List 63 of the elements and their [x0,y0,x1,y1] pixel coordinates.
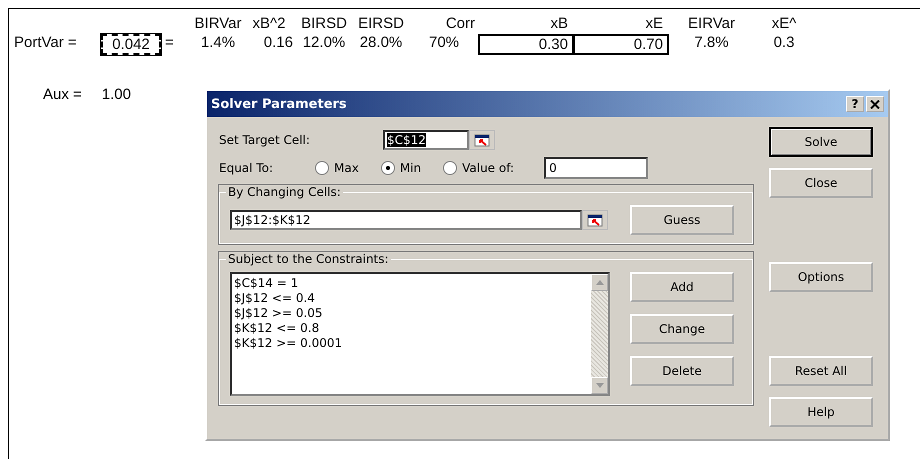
command-button[interactable]: Close [769,168,873,198]
close-icon [870,100,880,108]
field-label: Set Target Cell: [219,133,311,147]
constraint-item[interactable]: $J$12 >= 0.05 [234,306,589,321]
column-header: BIRVar [194,15,242,32]
column-header: EIRVar [687,15,736,32]
radio-button[interactable] [315,161,329,175]
scroll-down-button[interactable] [591,377,608,394]
table-cell-text: 70% [428,34,460,53]
radio-option[interactable]: Value of: [443,161,514,175]
radio-option[interactable]: Min [380,161,422,175]
constraint-item[interactable]: $K$12 >= 0.0001 [234,336,589,351]
radio-option[interactable]: Max [315,161,359,175]
constraint-button[interactable]: Change [630,314,734,344]
window-title: Solver Parameters [211,96,347,112]
command-button[interactable]: Options [769,262,873,292]
table-cell-text: 0.16 [262,34,294,53]
field-label: Equal To: [219,161,274,175]
changing-cells-field[interactable]: $J$12:$K$12 [230,210,582,230]
collapse-dialog-button[interactable] [469,130,495,150]
cell-picker-icon [474,134,490,146]
column-header: BIRSD [300,15,348,32]
guess-button[interactable]: Guess [630,205,734,235]
constraint-item[interactable]: $K$12 <= 0.8 [234,321,589,336]
table-cell-text: 12.0% [302,34,346,53]
column-header: xE [644,15,664,32]
cell-label: PortVar = [13,34,78,53]
up-arrow-icon [596,280,604,285]
column-header: xB^2 [252,15,286,32]
radio-button[interactable] [443,161,458,175]
constraint-item[interactable]: $C$14 = 1 [234,276,589,291]
target-cell[interactable]: 0.042 [101,34,161,55]
equals-sign: = [164,34,175,53]
column-header: xE^ [770,15,798,32]
column-header: xB [549,15,569,32]
radio-button[interactable] [380,161,395,175]
constraint-item[interactable]: $J$12 <= 0.4 [234,291,589,306]
target-cell-field[interactable]: $C$12 [383,130,469,150]
scrollbar[interactable] [591,274,608,394]
constraint-button[interactable]: Add [630,272,734,302]
table-cell: 1.00 [102,86,131,103]
constraint-button[interactable]: Delete [630,356,734,386]
command-button[interactable]: Solve [769,127,873,157]
column-header: EIRSD [357,15,405,32]
table-cell-text: 0.3 [772,34,796,53]
input-cell[interactable]: 0.30 [478,34,574,55]
help-button[interactable]: ? [846,96,864,112]
command-button[interactable]: Help [769,397,873,427]
close-button[interactable] [866,96,884,112]
value-field[interactable]: 0 [544,157,648,179]
column-header: Corr [444,15,476,32]
table-cell-text: 7.8% [693,34,730,53]
cell-label: Aux = [43,86,82,103]
scroll-up-button[interactable] [591,274,608,291]
command-button[interactable]: Reset All [769,356,873,386]
group-label: Subject to the Constraints: [227,252,390,266]
cell-picker-icon [587,214,603,226]
collapse-dialog-button[interactable] [582,210,608,230]
group-label: By Changing Cells: [227,185,342,199]
input-cell[interactable]: 0.70 [573,34,669,55]
table-cell-text: 28.0% [358,34,404,53]
table-cell-text: 1.4% [200,34,236,53]
down-arrow-icon [596,383,604,388]
